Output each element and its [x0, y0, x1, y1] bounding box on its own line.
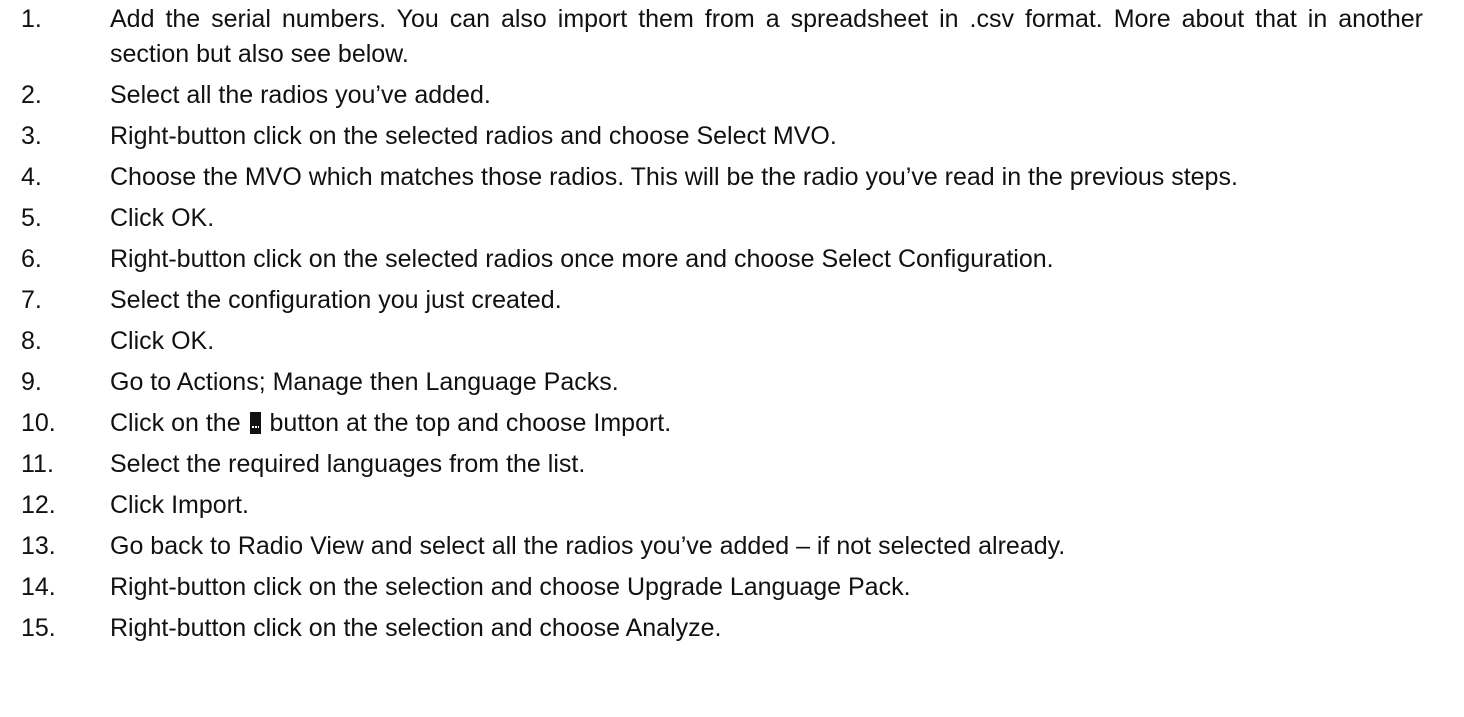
list-item: 13. Go back to Radio View and select all…: [0, 529, 1464, 564]
list-item: 1. Add the serial numbers. You can also …: [0, 2, 1464, 72]
step-number: 2.: [21, 81, 42, 109]
step-text: Right-button click on the selection and …: [110, 573, 911, 601]
step-text: Select the configuration you just create…: [110, 286, 562, 314]
step-number: 15.: [21, 614, 56, 642]
step-text: Right-button click on the selected radio…: [110, 122, 837, 150]
step-number: 7.: [21, 286, 42, 314]
step-number: 12.: [21, 491, 56, 519]
list-item: 5. Click OK.: [0, 201, 1464, 236]
step-text: Click OK.: [110, 327, 215, 355]
step-number: 9.: [21, 368, 42, 396]
step-number: 3.: [21, 122, 42, 150]
step-number: 6.: [21, 245, 42, 273]
step-number: 4.: [21, 163, 42, 191]
step-text: Go to Actions; Manage then Language Pack…: [110, 368, 619, 396]
list-item: 6. Right-button click on the selected ra…: [0, 242, 1464, 277]
ellipsis-button-icon: [249, 412, 261, 434]
step-text: Click OK.: [110, 204, 215, 232]
list-item: 14. Right-button click on the selection …: [0, 570, 1464, 605]
list-item: 4. Choose the MVO which matches those ra…: [0, 160, 1464, 195]
step-text: Right-button click on the selected radio…: [110, 245, 1054, 273]
list-item: 11. Select the required languages from t…: [0, 447, 1464, 482]
step-text: Click on the button at the top and choos…: [110, 406, 1423, 441]
step-text: Select all the radios you’ve added.: [110, 81, 491, 109]
list-item: 10. Click on the button at the top and c…: [0, 406, 1464, 441]
list-item: 9. Go to Actions; Manage then Language P…: [0, 365, 1464, 400]
list-item: 3. Right-button click on the selected ra…: [0, 119, 1464, 154]
step-number: 1.: [21, 5, 42, 33]
list-item: 15. Right-button click on the selection …: [0, 611, 1464, 646]
document-page: 1. Add the serial numbers. You can also …: [0, 0, 1464, 717]
step-number: 14.: [21, 573, 56, 601]
step-number: 13.: [21, 532, 56, 560]
step-number: 11.: [21, 450, 54, 478]
step-number: 10.: [21, 409, 56, 437]
step-text: Click Import.: [110, 491, 249, 519]
step-text-before-icon: Click on the: [110, 409, 241, 437]
step-text: Add the serial numbers. You can also imp…: [110, 5, 1423, 68]
list-item: 7. Select the configuration you just cre…: [0, 283, 1464, 318]
list-item: 12. Click Import.: [0, 488, 1464, 523]
step-number: 8.: [21, 327, 42, 355]
step-text: Go back to Radio View and select all the…: [110, 532, 1066, 560]
step-text-after-icon: button at the top and choose Import.: [269, 409, 672, 437]
step-text: Right-button click on the selection and …: [110, 614, 722, 642]
step-text: Select the required languages from the l…: [110, 450, 586, 478]
step-text: Choose the MVO which matches those radio…: [110, 163, 1238, 191]
numbered-step-list: 1. Add the serial numbers. You can also …: [0, 2, 1464, 646]
list-item: 8. Click OK.: [0, 324, 1464, 359]
step-number: 5.: [21, 204, 42, 232]
list-item: 2. Select all the radios you’ve added.: [0, 78, 1464, 113]
